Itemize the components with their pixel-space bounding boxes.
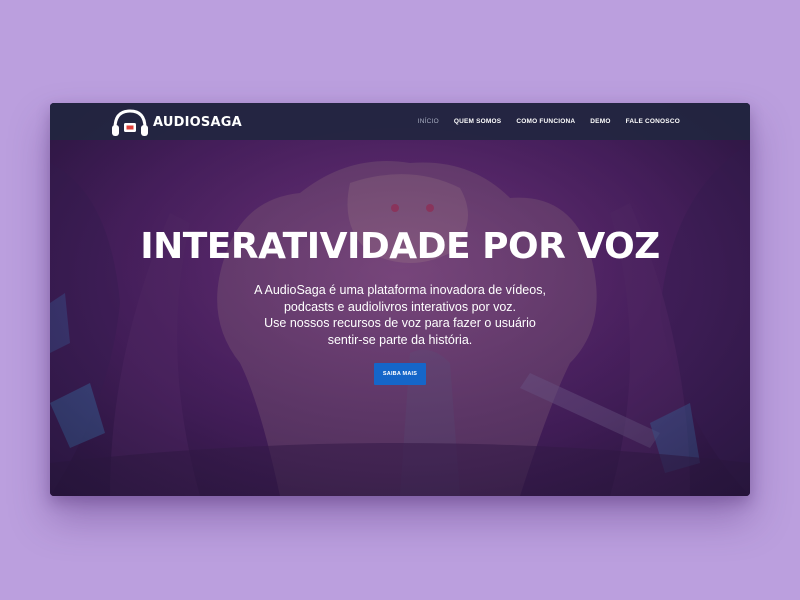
main-nav: INÍCIO QUEM SOMOS COMO FUNCIONA DEMO FAL… <box>418 103 680 140</box>
hero-description: A AudioSaga é uma plataforma inovadora d… <box>50 282 750 348</box>
hero-description-line: A AudioSaga é uma plataforma inovadora d… <box>254 283 546 297</box>
headphones-icon <box>110 106 150 138</box>
hero-description-line: podcasts e audiolivros interativos por v… <box>283 299 517 314</box>
hero-description-line: Use nossos recursos de voz para fazer o … <box>264 316 536 330</box>
navbar: AUDIOSAGA INÍCIO QUEM SOMOS COMO FUNCION… <box>50 103 750 140</box>
nav-item-quem-somos[interactable]: QUEM SOMOS <box>454 118 502 125</box>
hero-title: INTERATIVIDADE POR VOZ <box>140 226 660 267</box>
hero-section: INTERATIVIDADE POR VOZ A AudioSaga é uma… <box>50 140 750 496</box>
nav-item-fale-conosco[interactable]: FALE CONOSCO <box>626 118 680 125</box>
nav-item-inicio[interactable]: INÍCIO <box>418 118 439 125</box>
brand-logo[interactable]: AUDIOSAGA <box>110 106 242 138</box>
brand-name: AUDIOSAGA <box>153 114 242 130</box>
browser-window: AUDIOSAGA INÍCIO QUEM SOMOS COMO FUNCION… <box>50 103 750 496</box>
nav-item-como-funciona[interactable]: COMO FUNCIONA <box>516 118 575 125</box>
saiba-mais-button[interactable]: SAIBA MAIS <box>374 363 426 385</box>
hero-description-line: sentir-se parte da história. <box>327 332 473 347</box>
nav-item-demo[interactable]: DEMO <box>590 118 610 125</box>
